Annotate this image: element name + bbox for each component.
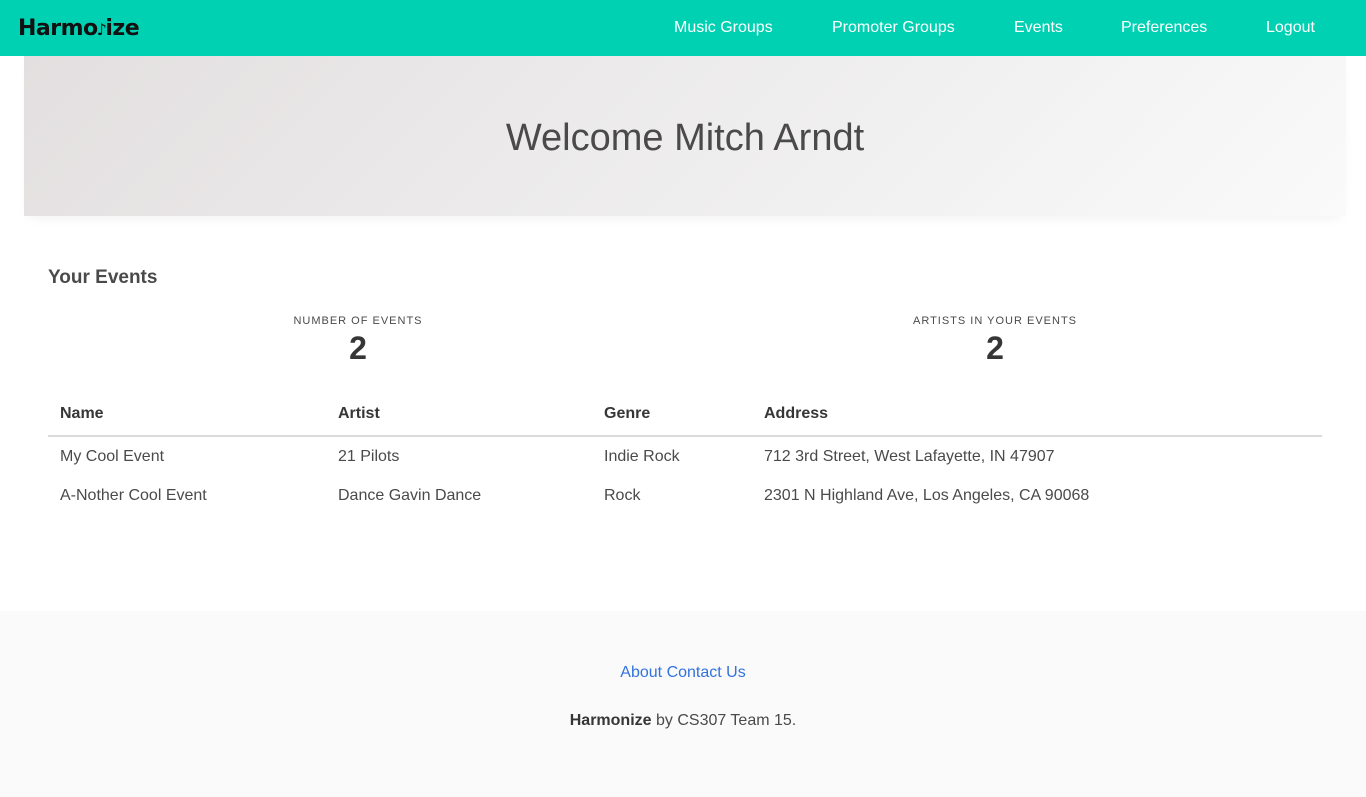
cell-address: 712 3rd Street, West Lafayette, IN 47907 (764, 447, 1055, 465)
stat-heading: ARTISTS IN YOUR EVENTS (912, 315, 1077, 327)
nav-item-events[interactable]: Events (1014, 0, 1063, 56)
stat-heading: NUMBER OF EVENTS (293, 315, 423, 327)
column-header-name: Name (48, 394, 326, 437)
stat-value: 2 (349, 330, 367, 366)
stat-number-of-events: NUMBER OF EVENTS 2 (208, 314, 508, 366)
cell-artist: Dance Gavin Dance (338, 487, 482, 504)
nav-item-preferences[interactable]: Preferences (1121, 0, 1207, 56)
stat-value: 2 (986, 330, 1004, 366)
table-row[interactable]: A-Nother Cool Event Dance Gavin Dance Ro… (48, 476, 1322, 516)
welcome-title: Welcome Mitch Arndt (505, 117, 865, 159)
footer-credit-brand: Harmonize (569, 712, 652, 729)
footer-credit-text: by CS307 Team 15. (651, 712, 797, 729)
column-header-genre: Genre (592, 394, 752, 437)
column-header-address: Address (752, 394, 1322, 437)
cell-genre: Indie Rock (604, 447, 680, 465)
events-table: Name Artist Genre Address My Cool Event … (48, 394, 1322, 516)
footer-link-contact[interactable]: Contact Us (667, 664, 746, 681)
page-footer: About Contact Us Harmonize by CS307 Team… (0, 611, 1366, 797)
brand-name-end: ize (105, 15, 140, 41)
table-header-row: Name Artist Genre Address (48, 394, 1322, 437)
music-note-icon: ♪ (96, 20, 107, 39)
cell-name: My Cool Event (60, 447, 165, 465)
nav-item-logout[interactable]: Logout (1266, 0, 1315, 56)
welcome-hero: Welcome Mitch Arndt (24, 56, 1346, 216)
nav-item-music-groups[interactable]: Music Groups (674, 0, 773, 56)
cell-artist: 21 Pilots (338, 447, 400, 465)
stat-artists-in-events: ARTISTS IN YOUR EVENTS 2 (845, 314, 1145, 366)
cell-genre: Rock (604, 487, 641, 504)
footer-links: About Contact Us (0, 663, 1366, 683)
cell-name: A-Nother Cool Event (60, 487, 207, 504)
column-header-artist: Artist (326, 394, 592, 437)
top-navbar: Harmo ♪ ize Music Groups Promoter Groups E… (0, 0, 1366, 56)
cell-address: 2301 N Highland Ave, Los Angeles, CA 900… (764, 487, 1090, 504)
brand-name-start: Harmo (18, 15, 98, 41)
table-row[interactable]: My Cool Event 21 Pilots Indie Rock 712 3… (48, 436, 1322, 476)
footer-credit: Harmonize by CS307 Team 15. (0, 711, 1366, 731)
nav-item-promoter-groups[interactable]: Promoter Groups (832, 0, 955, 56)
brand-logo[interactable]: Harmo ♪ ize (18, 12, 140, 44)
your-events-heading: Your Events (48, 267, 158, 288)
footer-link-about[interactable]: About (620, 664, 662, 681)
